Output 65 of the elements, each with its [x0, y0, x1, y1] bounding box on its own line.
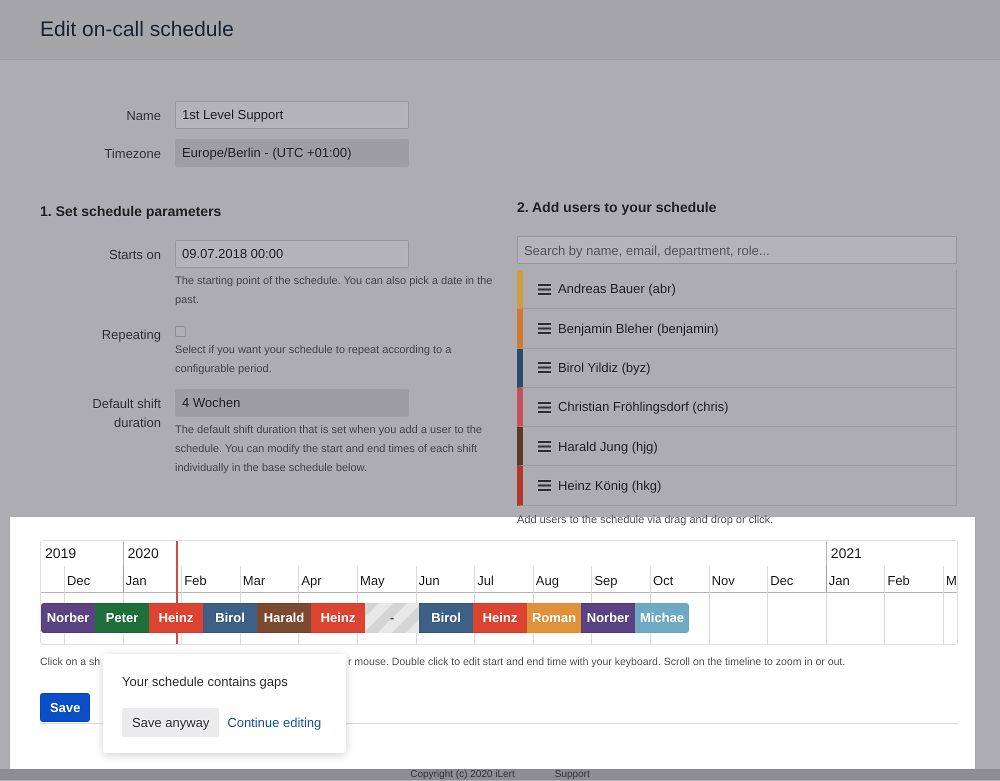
month-label: Jun [416, 566, 474, 593]
help-text: Select if you want your schedule to repeat according to a configurable period. [175, 343, 452, 377]
hint-text: Add users to the schedule via drag and drop or click. [517, 512, 774, 528]
user-list-item[interactable]: Heinz König (hkg) [517, 466, 956, 506]
year-label: 2019 [44, 544, 78, 563]
month-label: Dec [767, 566, 826, 593]
user-name: Harald Jung (hjg) [558, 438, 658, 456]
month-label: Jan [826, 566, 884, 593]
month-label: Aug [532, 566, 592, 593]
hint-text: Click on a sh [40, 655, 102, 670]
shift-block[interactable]: Peter [95, 603, 149, 633]
shift-block[interactable]: Heinz [149, 603, 203, 633]
month-label: Nov [708, 566, 768, 593]
help-text: The starting point of the schedule. You can also pick a date in the past. [175, 274, 494, 308]
field-label: Repeating [100, 326, 162, 344]
month-label: Dec [64, 566, 123, 593]
continue-link[interactable]: Continue editing [225, 708, 324, 737]
month-label: Oct [650, 566, 709, 593]
timeline[interactable]: 2019 2020 2021 Dec Jan Feb Mar Apr May Jun Jul Aug Sep Oct Nov Dec Jan Feb M Norber Peter Heinz Birol Harald Heinz - Birol Heinz Roman Norber Michae [40, 540, 958, 645]
user-name: Heinz König (hkg) [558, 476, 662, 495]
field-label: Starts on [108, 246, 162, 264]
user-list-item[interactable]: Harald Jung (hjg) [517, 427, 956, 466]
user-name: Christian Fröhlingsdorf (chris) [558, 398, 728, 416]
shift-block[interactable]: Heinz [473, 603, 527, 633]
field-label: Name [125, 107, 162, 125]
month-label: Jul [474, 566, 533, 593]
month-label: Mar [240, 566, 298, 593]
year-label: 2021 [826, 541, 957, 566]
user-name: Benjamin Bleher (benjamin) [558, 320, 718, 338]
month-label: Sep [591, 566, 650, 593]
month-label: Apr [298, 566, 357, 593]
input-field[interactable]: 1st Level Support [175, 101, 409, 129]
shift-block[interactable]: Harald [257, 603, 311, 633]
copyright-text: Copyright (c) 2020 iLert [410, 769, 515, 780]
save-button[interactable]: Save [40, 692, 90, 722]
user-name: Andreas Bauer (abr) [558, 280, 676, 298]
input-field[interactable]: 09.07.2018 00:00 [175, 240, 409, 268]
select-field[interactable]: Europe/Berlin - (UTC +01:00) [175, 139, 409, 167]
month-label: Feb [181, 566, 240, 593]
popover-message: Your schedule contains gaps [122, 673, 289, 691]
hint-text: r mouse. Double click to edit start and end time with your keyboard. Scroll on the timeline to zoom in or out. [348, 655, 846, 670]
user-name: Birol Yildiz (byz) [558, 358, 650, 377]
shift-block[interactable]: Norber [581, 603, 635, 633]
gap-shift[interactable]: - [365, 603, 419, 633]
month-label: Feb [884, 566, 943, 593]
month-label: M [942, 566, 957, 593]
shift-block[interactable]: Birol [419, 603, 473, 633]
save-anyway-button[interactable]: Save anyway [122, 708, 220, 737]
field-label: Timezone [103, 145, 162, 163]
user-list-item[interactable]: Benjamin Bleher (benjamin) [517, 309, 956, 349]
user-list-item[interactable]: Birol Yildiz (byz) [517, 348, 956, 388]
user-list-item[interactable]: Andreas Bauer (abr) [517, 270, 956, 310]
search-field[interactable]: Search by name, email, department, role... [517, 236, 957, 264]
field-label: Default shift duration [91, 395, 162, 432]
shift-block[interactable]: Birol [203, 603, 257, 633]
section-heading: 1. Set schedule parameters [40, 202, 222, 221]
select-field[interactable]: 4 Wochen [175, 389, 409, 417]
month-label: May [356, 566, 416, 593]
section-heading: 2. Add users to your schedule [517, 198, 718, 217]
help-text: The default shift duration that is set when you add a user to the schedule. You can modify the start and end times of each shift individually in the base schedule below. [175, 423, 483, 476]
shift-block[interactable]: Heinz [311, 603, 365, 633]
user-list-item[interactable]: Christian Fröhlingsdorf (chris) [517, 388, 956, 428]
support-link[interactable]: Support [554, 769, 590, 780]
page-title: Edit on-call schedule [40, 16, 234, 42]
shift-block[interactable]: Norber [41, 603, 95, 633]
